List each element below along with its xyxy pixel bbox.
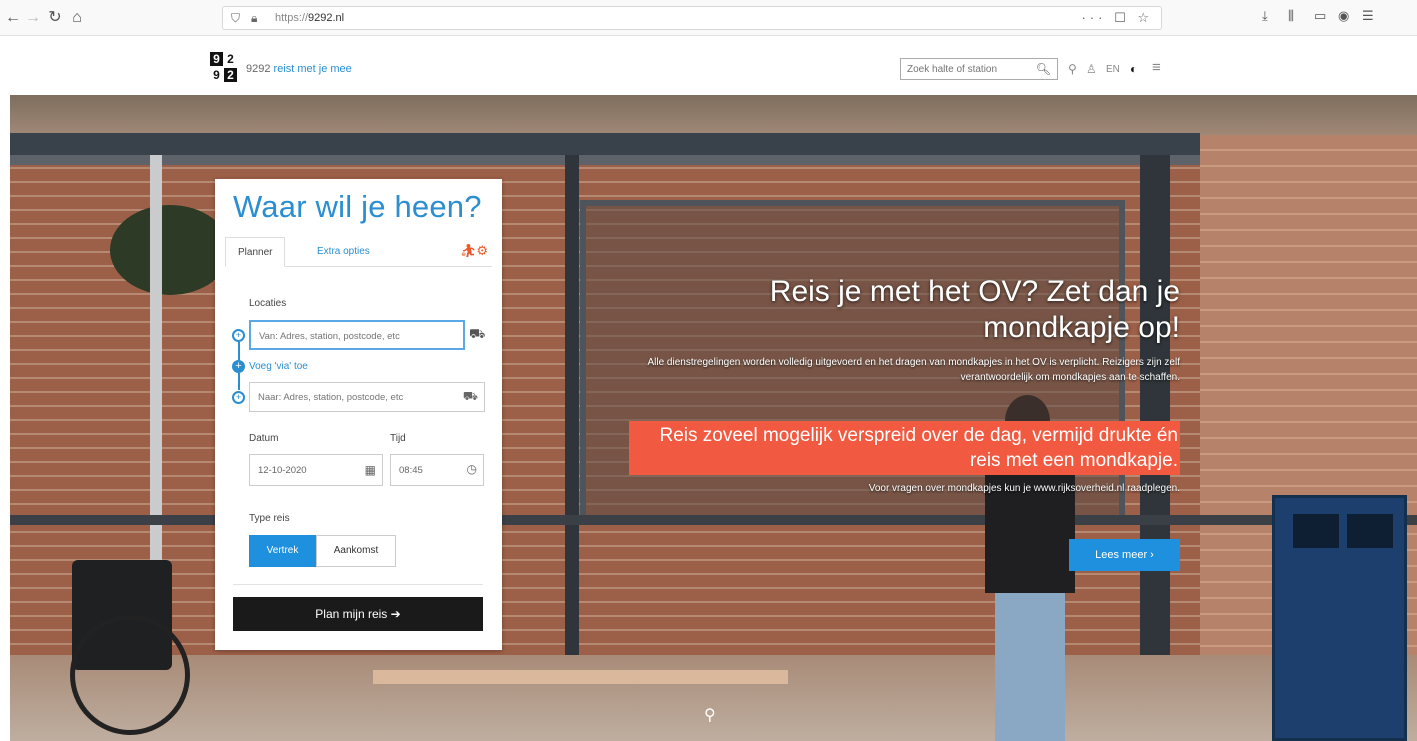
lock-icon: 🔒︎ — [251, 11, 258, 25]
person-legs — [995, 591, 1065, 741]
from-dot-icon: + — [232, 329, 245, 342]
bin-slot — [1347, 514, 1393, 548]
from-input[interactable] — [251, 322, 463, 350]
url-text[interactable]: https://9292.nl — [275, 12, 344, 24]
reload-icon[interactable]: ↻ — [44, 7, 66, 29]
back-icon[interactable]: ← — [2, 7, 24, 29]
time-label: Tijd — [390, 433, 406, 444]
plan-trip-button[interactable]: Plan mijn reis ➔ — [233, 597, 483, 631]
date-field: ▦ — [249, 454, 383, 486]
planner-tabs: Planner Extra opties ⛹︎⚙ — [225, 237, 492, 267]
download-icon[interactable]: ⤓ — [1262, 8, 1268, 24]
contrast-icon[interactable]: ◐ — [1130, 62, 1137, 76]
bicycle-wheel — [70, 615, 190, 735]
read-more-button[interactable]: Lees meer › — [1069, 539, 1180, 571]
hero-highlight: Reis zoveel mogelijk verspreid over de d… — [629, 421, 1180, 475]
library-icon[interactable]: ⫼ — [1288, 8, 1294, 24]
to-map-icon[interactable]: ⛟ — [463, 389, 478, 405]
route-line — [238, 342, 240, 360]
accessibility-icon[interactable]: ⛹︎⚙ — [460, 243, 488, 259]
url-actions[interactable]: ··· ☐ ☆ — [1081, 10, 1153, 26]
divider — [233, 584, 483, 585]
logo[interactable]: 9 2 9 2 — [210, 52, 238, 86]
tab-planner[interactable]: Planner — [225, 237, 286, 267]
site-header: 9 2 9 2 9292 reist met je mee 🔍︎ ⚲ ♙ EN … — [0, 37, 1417, 95]
browser-toolbar: ← → ↻ ⌂ ⛉ 🔒︎ https://9292.nl ··· ☐ ☆ ⤓ ⫼… — [0, 0, 1417, 36]
location-pin-icon[interactable]: ⚲ — [1068, 62, 1077, 76]
trip-type-label: Type reis — [249, 513, 290, 524]
planner-title: Waar wil je heen? — [233, 189, 482, 224]
user-icon[interactable]: ♙ — [1086, 62, 1097, 76]
clock-icon[interactable]: ◷ — [467, 462, 477, 476]
to-input[interactable] — [250, 383, 484, 411]
tagline: 9292 reist met je mee — [246, 63, 352, 75]
url-bar[interactable]: ⛉ 🔒︎ https://9292.nl ··· ☐ ☆ — [222, 6, 1162, 30]
extension-icon[interactable]: ◉ — [1338, 8, 1349, 24]
journey-planner: Waar wil je heen? Planner Extra opties ⛹… — [215, 179, 502, 650]
hero-title: Reis je met het OV? Zet dan je mondkapje… — [769, 275, 1180, 344]
search-icon[interactable]: 🔍︎ — [1036, 62, 1051, 76]
to-dot-icon: + — [232, 391, 245, 404]
arrival-button[interactable]: Aankomst — [316, 535, 396, 567]
hero-note: Voor vragen over mondkapjes kun je www.r… — [868, 483, 1180, 494]
add-via-icon[interactable]: + — [232, 360, 245, 373]
from-field — [249, 320, 465, 350]
shelter-roof — [10, 133, 1200, 155]
green-roof — [10, 95, 1417, 135]
stop-search-input[interactable] — [901, 59, 1031, 79]
route-line — [238, 373, 240, 390]
time-field: ◷ — [390, 454, 484, 486]
hamburger-menu-icon[interactable]: ≡ — [1152, 59, 1161, 76]
date-input[interactable] — [250, 455, 382, 485]
bench — [373, 670, 788, 684]
to-field: ⛟ — [249, 382, 485, 412]
shelter-roof-edge — [10, 155, 1200, 165]
date-label: Datum — [249, 433, 279, 444]
waste-bin — [1272, 495, 1407, 741]
shelter-pillar — [565, 155, 579, 741]
menu-icon[interactable]: ☰ — [1362, 8, 1374, 24]
scroll-down-icon[interactable]: ⚲ — [704, 705, 720, 741]
language-switch[interactable]: EN — [1106, 64, 1120, 75]
home-icon[interactable]: ⌂ — [66, 7, 88, 29]
forward-icon[interactable]: → — [22, 7, 44, 29]
bin-slot — [1293, 514, 1339, 548]
from-map-icon[interactable]: ⛟ — [469, 326, 485, 344]
sidebar-icon[interactable]: ▭ — [1314, 8, 1326, 24]
add-via-link[interactable]: Voeg 'via' toe — [249, 361, 308, 372]
locations-label: Locaties — [249, 298, 287, 309]
stop-search: 🔍︎ — [900, 58, 1058, 80]
hero-body: Alle dienstregelingen worden volledig ui… — [647, 357, 1180, 383]
shield-icon: ⛉ — [231, 11, 241, 25]
calendar-icon[interactable]: ▦ — [365, 463, 376, 477]
departure-button[interactable]: Vertrek — [249, 535, 316, 567]
tab-extra-options[interactable]: Extra opties — [305, 237, 382, 267]
tree — [110, 205, 230, 295]
